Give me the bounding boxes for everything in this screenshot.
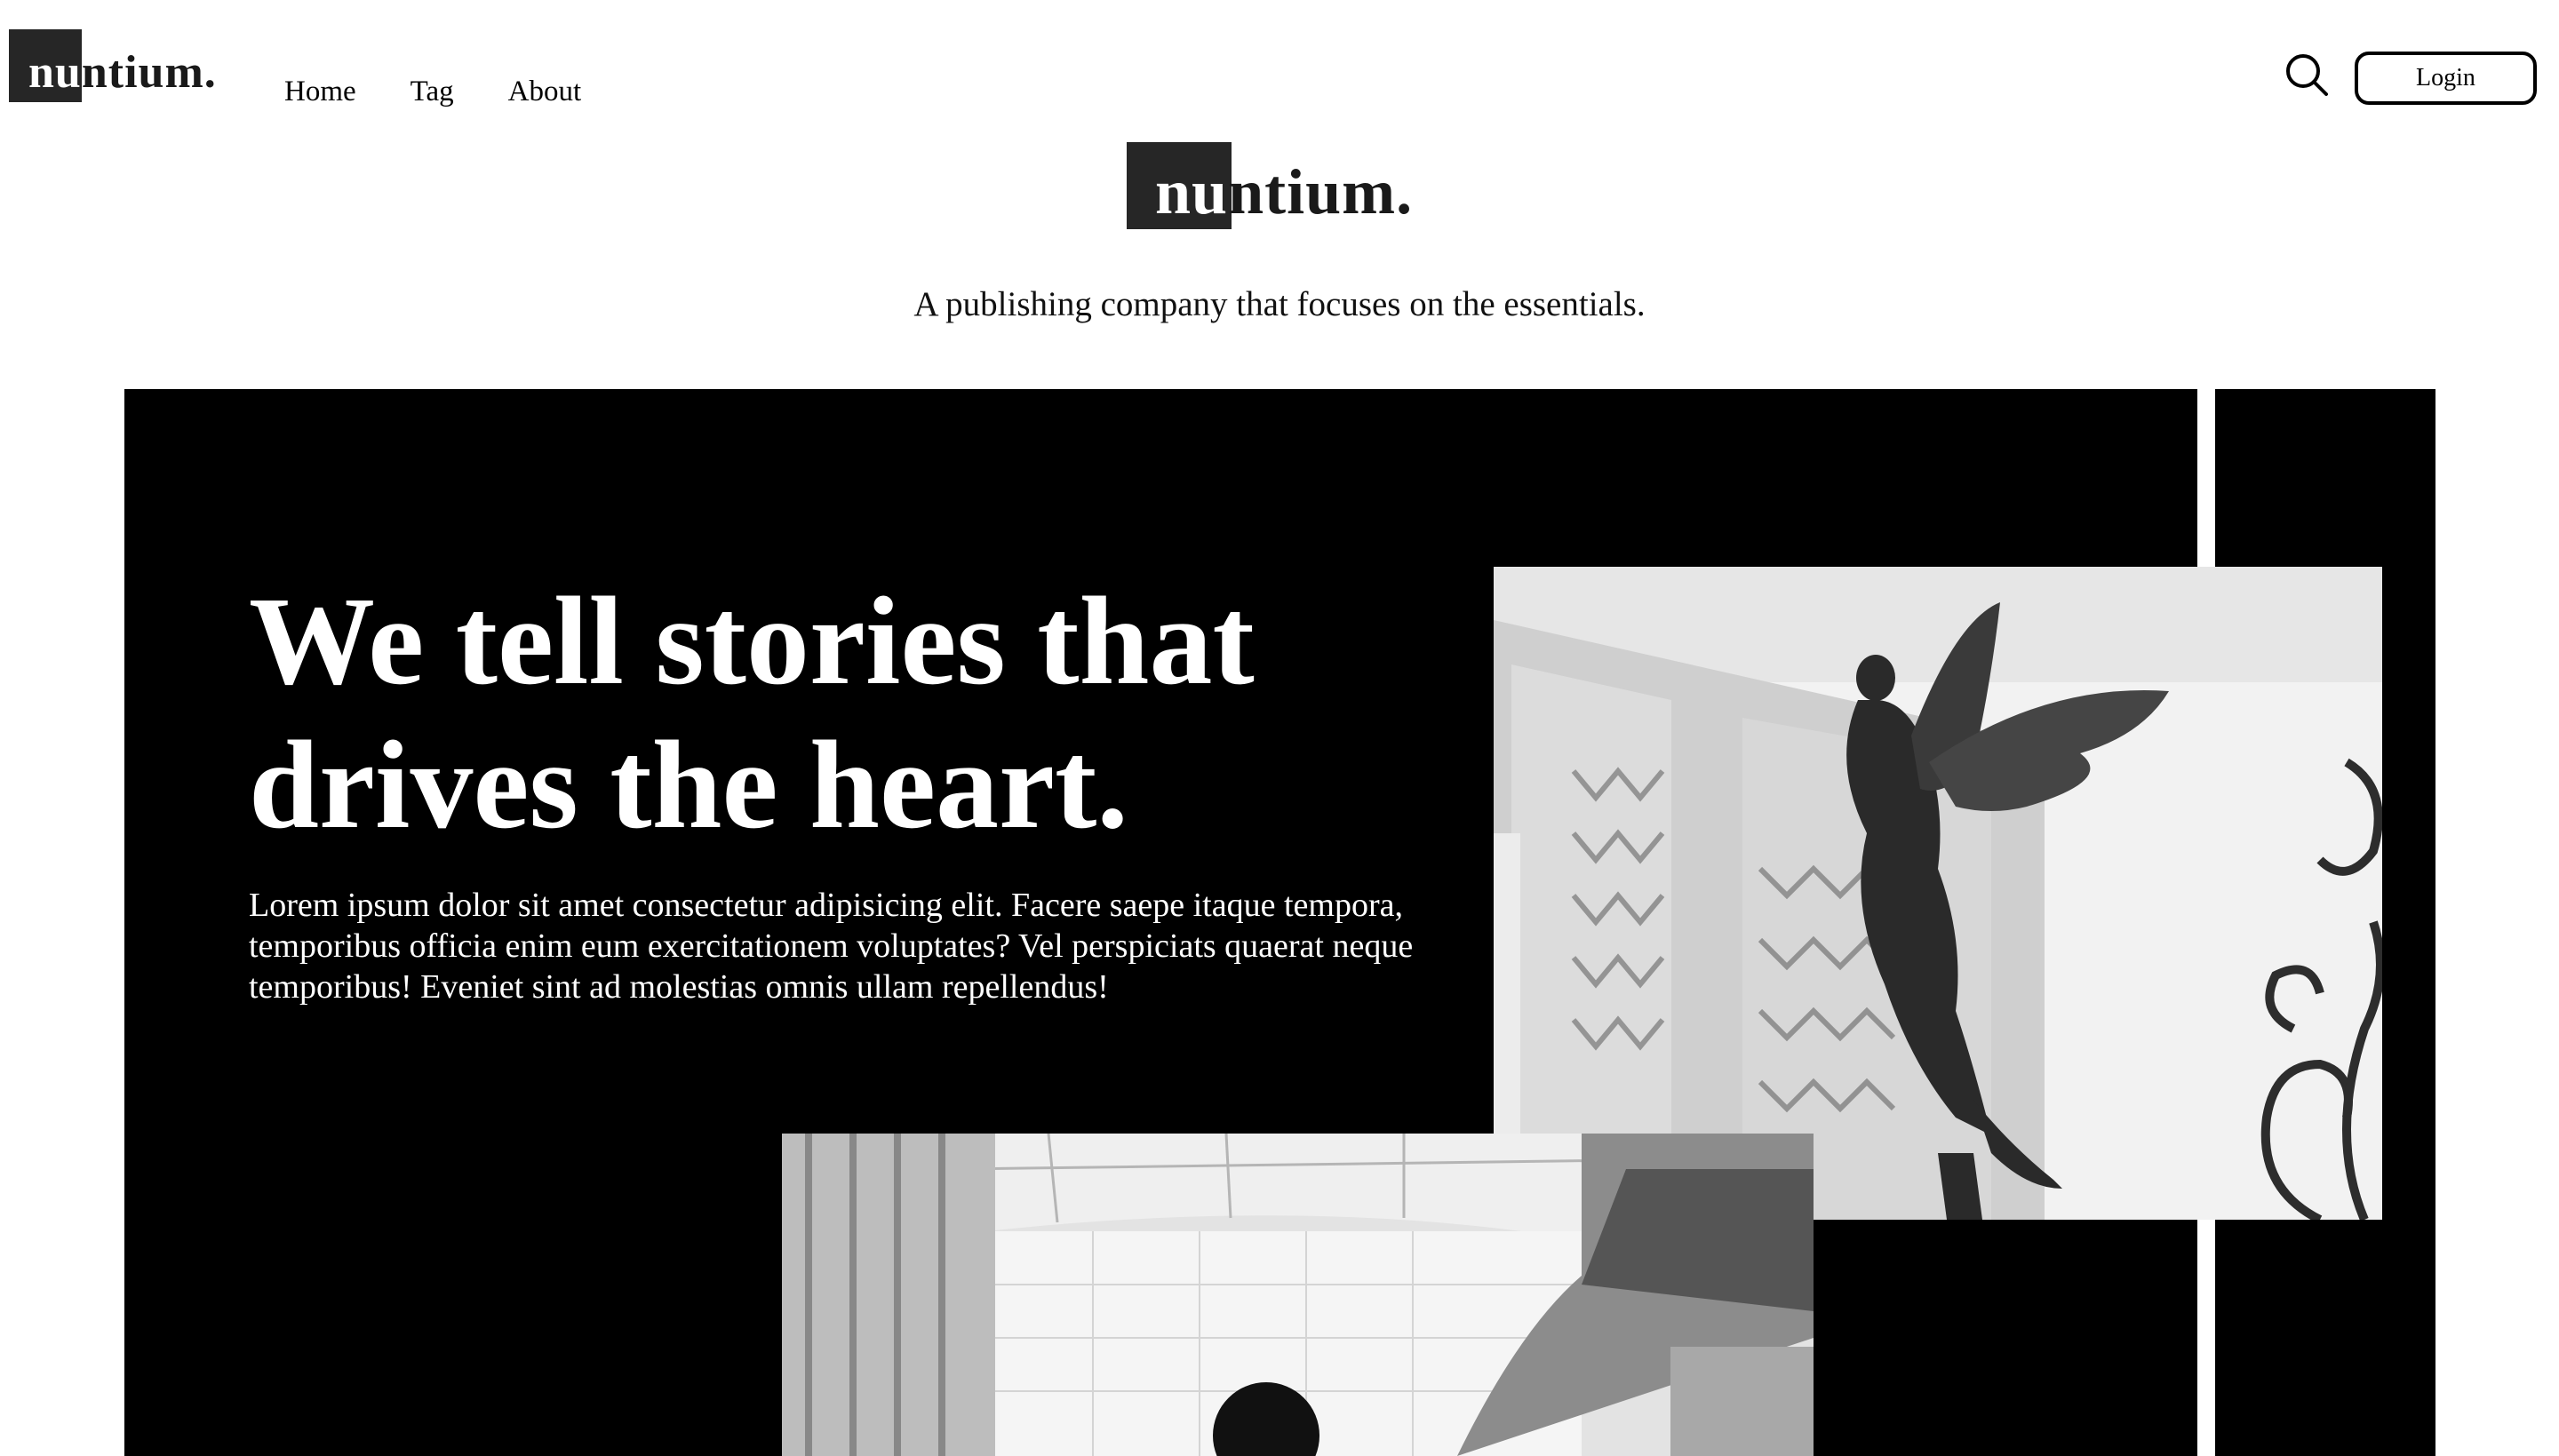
nav-about-link[interactable]: About [508, 71, 582, 112]
logo-text: nuntium. [28, 47, 217, 98]
logo-text-large: nuntium. [1155, 156, 1414, 227]
main-nav: Home Tag About [284, 71, 635, 112]
nav-tag-link[interactable]: Tag [411, 71, 454, 112]
brand-logo-large: nuntium. [1127, 140, 1429, 231]
hero-image-hall [782, 1134, 1814, 1456]
tagline: A publishing company that focuses on the… [913, 285, 1646, 323]
hero-image-angel [1494, 567, 2382, 1220]
search-icon[interactable] [2284, 52, 2332, 99]
top-navigation: nuntium. Home Tag About Login [0, 0, 2559, 133]
hero-body-text: Lorem ipsum dolor sit amet consectetur a… [249, 887, 1414, 1006]
site-logo[interactable]: nuntium. [9, 29, 217, 102]
login-button[interactable]: Login [2355, 52, 2537, 105]
page: nuntium. Home Tag About Login nuntium. A… [0, 0, 2559, 1456]
hero-title: We tell stories that drives the heart. [249, 570, 1255, 855]
nav-home-link[interactable]: Home [284, 71, 356, 112]
